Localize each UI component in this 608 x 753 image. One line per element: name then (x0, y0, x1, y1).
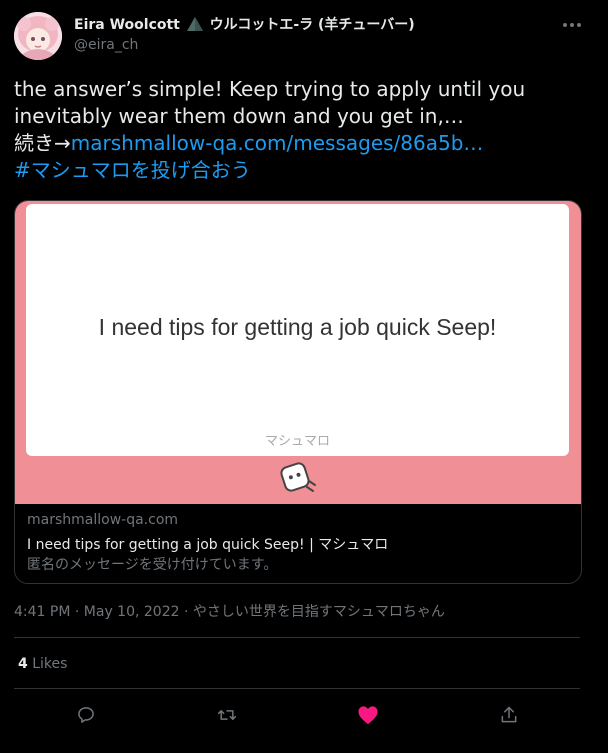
tweet-text: the answer’s simple! Keep trying to appl… (14, 76, 594, 184)
meta-separator: · (183, 604, 193, 620)
likes-stat[interactable]: 4 Likes (18, 656, 67, 672)
action-bar (0, 700, 608, 730)
likes-count: 4 (18, 656, 28, 672)
meta-separator: · (74, 604, 84, 620)
author-handle[interactable]: @eira_ch (74, 37, 138, 53)
marshmallow-mascot-icon (277, 459, 317, 495)
card-title: I need tips for getting a job quick Seep… (27, 537, 389, 553)
retweet-icon[interactable] (212, 700, 242, 730)
pyramid-emoji-icon (186, 17, 203, 35)
tweet-source[interactable]: やさしい世界を目指すマシュマロちゃん (193, 604, 445, 620)
reply-icon[interactable] (71, 700, 101, 730)
avatar[interactable] (14, 12, 62, 60)
card-image[interactable]: I need tips for getting a job quick Seep… (15, 201, 581, 504)
tweet-time[interactable]: 4:41 PM (14, 604, 70, 620)
tweet-date[interactable]: May 10, 2022 (84, 604, 180, 620)
divider (14, 637, 580, 638)
author-display-name[interactable]: Eira Woolcott (74, 17, 180, 33)
likes-label: Likes (32, 656, 68, 672)
tweet-meta: 4:41 PM · May 10, 2022 · やさしい世界を目指すマシュマロ… (14, 601, 445, 621)
card-brand: マシュマロ (264, 434, 330, 449)
card-question: I need tips for getting a job quick Seep… (98, 314, 497, 340)
heart-filled-icon[interactable] (353, 700, 383, 730)
card-domain: marshmallow-qa.com (27, 512, 179, 528)
link-card[interactable]: I need tips for getting a job quick Seep… (14, 200, 582, 584)
tweet-link[interactable]: marshmallow-qa.com/messages/86a5b… (71, 131, 484, 155)
author-name-suffix: ウルコットエ-ラ (羊チューバー) (209, 17, 415, 33)
card-question-box: I need tips for getting a job quick Seep… (26, 204, 569, 456)
more-icon[interactable] (560, 16, 584, 34)
tweet-hashtag[interactable]: #マシュマロを投げ合おう (14, 158, 251, 182)
author-name[interactable]: Eira Woolcott ウルコットエ-ラ (羊チューバー) (74, 14, 415, 35)
tweet: Eira Woolcott ウルコットエ-ラ (羊チューバー) @eira_ch… (0, 0, 608, 753)
card-description: 匿名のメッセージを受け付けています。 (27, 557, 278, 573)
card-info: marshmallow-qa.com I need tips for getti… (27, 512, 567, 574)
divider (14, 688, 580, 689)
share-icon[interactable] (494, 700, 524, 730)
